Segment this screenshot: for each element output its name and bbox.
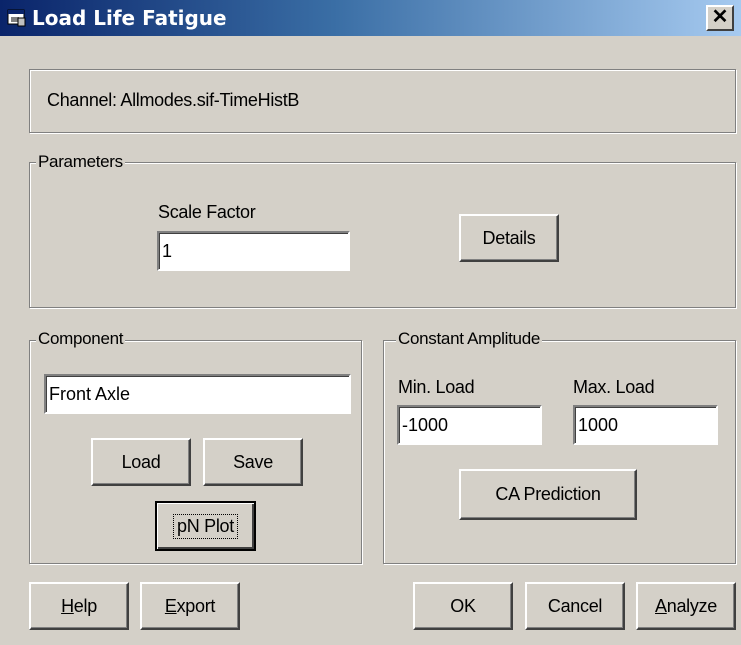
min-load-input[interactable] — [397, 405, 542, 445]
scale-factor-label: Scale Factor — [158, 202, 256, 222]
min-load-label: Min. Load — [398, 377, 475, 397]
save-label: Save — [233, 451, 273, 472]
load-label: Load — [121, 451, 161, 472]
window-title: Load Life Fatigue — [32, 6, 227, 30]
pn-plot-button[interactable]: pN Plot — [155, 501, 256, 551]
ok-button[interactable]: OK — [413, 582, 513, 630]
analyze-button[interactable]: Analyze — [636, 582, 736, 630]
component-legend: Component — [36, 329, 126, 349]
export-button[interactable]: Export — [140, 582, 240, 630]
cancel-label: Cancel — [547, 595, 603, 616]
max-load-input[interactable] — [573, 405, 718, 445]
channel-text: Channel: Allmodes.sif-TimeHistB — [47, 90, 300, 110]
cancel-button[interactable]: Cancel — [525, 582, 625, 630]
details-button[interactable]: Details — [459, 214, 559, 262]
pn-plot-label: pN Plot — [173, 513, 238, 539]
analyze-label: Analyze — [655, 595, 717, 616]
title-bar[interactable]: Load Life Fatigue ✕ — [0, 0, 741, 36]
component-name-input[interactable] — [44, 374, 351, 414]
scale-factor-input[interactable] — [157, 231, 350, 271]
close-button[interactable]: ✕ — [706, 5, 734, 31]
details-label: Details — [482, 227, 536, 248]
load-button[interactable]: Load — [91, 438, 191, 486]
constant-amplitude-legend: Constant Amplitude — [396, 329, 543, 349]
max-load-label: Max. Load — [573, 377, 655, 397]
constant-amplitude-group — [383, 340, 736, 564]
ok-label: OK — [450, 595, 476, 616]
ca-prediction-button[interactable]: CA Prediction — [459, 469, 637, 520]
save-button[interactable]: Save — [203, 438, 303, 486]
close-icon: ✕ — [711, 6, 729, 28]
ca-prediction-label: CA Prediction — [495, 484, 601, 504]
app-window-icon — [7, 9, 26, 27]
export-label: Export — [164, 595, 216, 616]
help-label: Help — [61, 595, 97, 616]
parameters-legend: Parameters — [36, 152, 125, 172]
parameters-group — [29, 162, 736, 308]
help-button[interactable]: Help — [29, 582, 129, 630]
